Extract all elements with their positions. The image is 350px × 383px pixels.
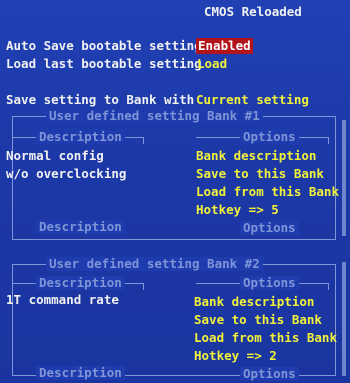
bank-2-footer-description: Description <box>36 366 125 380</box>
bank-2-option-save[interactable]: Save to this Bank <box>194 312 322 328</box>
save-bank-value[interactable]: Current setting <box>196 92 309 108</box>
scrollbar-upper[interactable] <box>342 120 346 236</box>
bank-1-options-tick <box>328 137 329 144</box>
load-last-label: Load last bootable setting <box>6 56 202 71</box>
load-last-value[interactable]: Load <box>197 56 227 72</box>
bank-1-description-header: Description <box>36 130 125 144</box>
bank-2-title: User defined setting Bank #2 <box>46 257 263 271</box>
bank-2-options-tick <box>328 283 329 290</box>
bank-2-footer-options: Options <box>240 367 299 381</box>
bank-1-title: User defined setting Bank #1 <box>46 109 263 123</box>
bank-1-options-header: Options <box>240 130 299 144</box>
page-title: CMOS Reloaded <box>204 4 302 19</box>
bank-1-description-line: Normal config <box>6 148 104 163</box>
bank-1-option-load[interactable]: Load from this Bank <box>196 184 339 200</box>
bank-2-description-line: 1T command rate <box>6 292 119 307</box>
save-bank-label: Save setting to Bank with <box>6 92 195 107</box>
bank-1-option-save[interactable]: Save to this Bank <box>196 166 324 182</box>
bank-2-option-hotkey[interactable]: Hotkey => 2 <box>194 348 277 364</box>
bank-1-footer-description: Description <box>36 220 125 234</box>
auto-save-label: Auto Save bootable setting <box>6 38 202 53</box>
bank-2-description-tick <box>143 283 144 290</box>
bank-2-options-header: Options <box>240 276 299 290</box>
bank-2-option-bank-description[interactable]: Bank description <box>194 294 314 310</box>
bank-1-option-hotkey[interactable]: Hotkey => 5 <box>196 202 279 218</box>
bank-1-option-bank-description[interactable]: Bank description <box>196 148 316 164</box>
bank-2-description-header: Description <box>36 276 125 290</box>
bank-2-option-load[interactable]: Load from this Bank <box>194 330 337 346</box>
auto-save-value[interactable]: Enabled <box>196 38 253 54</box>
bios-screen: CMOS Reloaded Auto Save bootable setting… <box>0 0 350 383</box>
bank-1-description-tick <box>143 137 144 144</box>
bank-1-footer-options: Options <box>240 221 299 235</box>
bank-1-description-line: w/o overclocking <box>6 166 127 181</box>
scrollbar-lower[interactable] <box>342 262 346 376</box>
